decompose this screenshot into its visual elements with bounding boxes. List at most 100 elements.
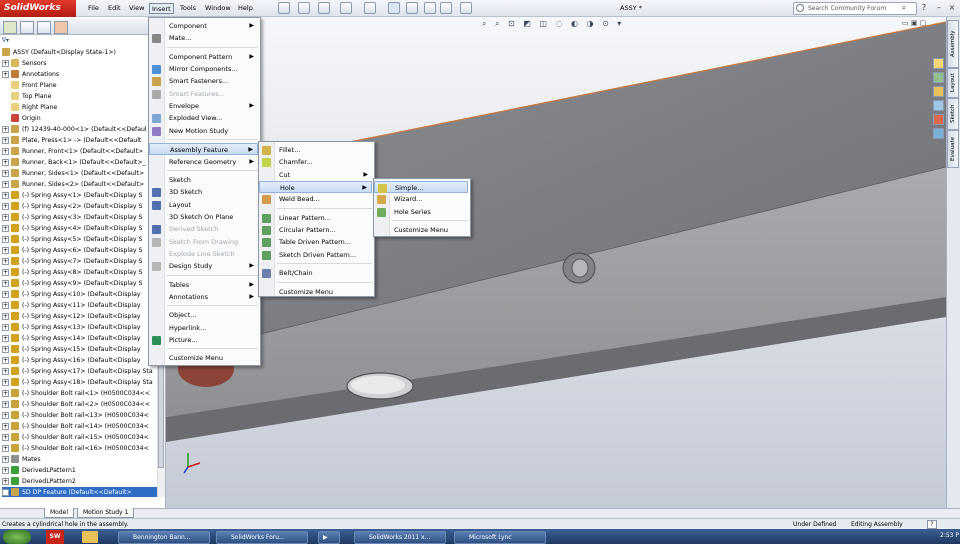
- toolbar-more-icon[interactable]: [460, 2, 472, 14]
- tree-item[interactable]: + Runner, Sides<2> (Default<<Default>: [2, 179, 164, 190]
- expand-icon[interactable]: +: [2, 180, 9, 188]
- menu-item-envelope[interactable]: Envelope ▶: [149, 100, 258, 112]
- open-icon[interactable]: [298, 2, 310, 14]
- taskbar-item[interactable]: SolidWorks 2011 x...: [354, 531, 446, 544]
- menu-item-belt-chain[interactable]: Belt/Chain: [259, 267, 372, 279]
- tab-motion-study[interactable]: Motion Study 1: [77, 508, 135, 518]
- expand-icon[interactable]: +: [2, 455, 9, 463]
- menu-item-wizard[interactable]: Wizard...: [374, 193, 468, 205]
- menu-item-customize-menu[interactable]: Customize Menu: [374, 224, 468, 236]
- expand-icon[interactable]: +: [2, 147, 9, 155]
- tree-item[interactable]: + (-) Spring Assy<3> (Default<Display S: [2, 212, 164, 223]
- menu-item-customize-menu[interactable]: Customize Menu: [149, 352, 258, 364]
- menu-item-smart-fasteners[interactable]: Smart Fasteners...: [149, 75, 258, 87]
- tree-item[interactable]: + Sensors: [2, 58, 164, 69]
- tree-item[interactable]: + (-) Spring Assy<1> (Default<Display S: [2, 190, 164, 201]
- minimize-icon[interactable]: –: [933, 2, 945, 14]
- expand-icon[interactable]: +: [2, 191, 9, 199]
- menu-item-table-driven-pattern[interactable]: Table Driven Pattern...: [259, 236, 372, 248]
- solidworks-pinned-icon[interactable]: SW: [46, 530, 64, 544]
- menu-item-hole[interactable]: Hole ▶: [259, 181, 372, 194]
- taskbar-item[interactable]: Microsoft Lync: [454, 531, 546, 544]
- viewport-window-controls[interactable]: ▭ ▣ ▢: [902, 19, 926, 27]
- tree-item[interactable]: + (-) Spring Assy<16> (Default<Display: [2, 355, 164, 366]
- expand-icon[interactable]: +: [2, 224, 9, 232]
- menu-file[interactable]: File: [86, 3, 101, 14]
- explorer-pinned-icon[interactable]: [82, 531, 98, 543]
- tree-item[interactable]: ASSY (Default<Display State-1>): [2, 47, 164, 58]
- menu-item-mirror-components[interactable]: Mirror Components...: [149, 63, 258, 75]
- tree-item[interactable]: + (-) Spring Assy<14> (Default<Display: [2, 333, 164, 344]
- menu-insert[interactable]: Insert: [149, 3, 174, 14]
- tree-item[interactable]: + DerivedLPattern2: [2, 476, 164, 487]
- expand-icon[interactable]: +: [2, 422, 9, 430]
- tree-item[interactable]: + (-) Shoulder Bolt rail<2> (H0500C034<<: [2, 399, 164, 410]
- expand-icon[interactable]: +: [2, 466, 9, 474]
- tree-item[interactable]: Front Plane: [2, 80, 164, 91]
- heads-up-view-toolbar[interactable]: ⌕ ⌕ ⊡ ◩ ◫ ◌ ◐ ◑ ⊙ ▾: [482, 19, 624, 29]
- configuration-manager-tab-icon[interactable]: [37, 21, 51, 34]
- tree-item[interactable]: + DerivedLPattern1: [2, 465, 164, 476]
- tree-item[interactable]: + (-) Spring Assy<7> (Default<Display S: [2, 256, 164, 267]
- start-button[interactable]: [3, 530, 31, 544]
- expand-icon[interactable]: +: [2, 356, 9, 364]
- tree-item[interactable]: + (-) Shoulder Bolt rail<15> (H0500C034<: [2, 432, 164, 443]
- menu-item-circular-pattern[interactable]: Circular Pattern...: [259, 224, 372, 236]
- tree-item[interactable]: Origin: [2, 113, 164, 124]
- tree-item[interactable]: + (-) Shoulder Bolt rail<16> (H0500C034<: [2, 443, 164, 454]
- expand-icon[interactable]: +: [2, 334, 9, 342]
- expand-icon[interactable]: +: [2, 444, 9, 452]
- menu-item-annotations[interactable]: Annotations ▶: [149, 291, 258, 303]
- expand-icon[interactable]: +: [2, 246, 9, 254]
- display-manager-tab-icon[interactable]: [54, 21, 68, 34]
- menu-tools[interactable]: Tools: [178, 3, 198, 14]
- expand-icon[interactable]: +: [2, 268, 9, 276]
- tree-item[interactable]: + (-) Shoulder Bolt rail<13> (H0500C034<: [2, 410, 164, 421]
- expand-icon[interactable]: +: [2, 158, 9, 166]
- menu-item-fillet[interactable]: Fillet...: [259, 144, 372, 156]
- menu-item-mate[interactable]: Mate...: [149, 32, 258, 44]
- tree-item[interactable]: + Annotations: [2, 69, 164, 80]
- menu-edit[interactable]: Edit: [106, 3, 123, 14]
- menu-item-design-study[interactable]: Design Study ▶: [149, 260, 258, 272]
- tree-item[interactable]: + Plate, Press<1> -> (Default<<Default: [2, 135, 164, 146]
- tree-item[interactable]: + Runner, Sides<1> (Default<<Default>: [2, 168, 164, 179]
- expand-icon[interactable]: +: [2, 202, 9, 210]
- taskbar-item[interactable]: SolidWorks Foru...: [216, 531, 308, 544]
- expand-icon[interactable]: +: [2, 279, 9, 287]
- menu-item-hyperlink[interactable]: Hyperlink...: [149, 322, 258, 334]
- expand-icon[interactable]: +: [2, 433, 9, 441]
- tree-item[interactable]: + (-) Spring Assy<12> (Default<Display: [2, 311, 164, 322]
- taskbar-item[interactable]: Bennington Bann...: [118, 531, 210, 544]
- expand-icon[interactable]: +: [2, 323, 9, 331]
- media-player-taskbar-icon[interactable]: ▶: [318, 531, 340, 544]
- tree-item[interactable]: + Runner, Front<1> (Default<<Default>: [2, 146, 164, 157]
- expand-icon[interactable]: +: [2, 136, 9, 144]
- task-pane-tab-assembly[interactable]: Assembly: [947, 20, 959, 68]
- expand-icon[interactable]: +: [2, 411, 9, 419]
- menu-help[interactable]: Help: [236, 3, 255, 14]
- menu-view[interactable]: View: [127, 3, 146, 14]
- expand-icon[interactable]: +: [2, 378, 9, 386]
- expand-icon[interactable]: +: [2, 400, 9, 408]
- menu-item-3d-sketch[interactable]: 3D Sketch: [149, 186, 258, 198]
- print-icon[interactable]: [340, 2, 352, 14]
- view-palette-icon[interactable]: [933, 100, 944, 111]
- expand-icon[interactable]: +: [2, 290, 9, 298]
- tree-item[interactable]: + (-) Shoulder Bolt rail<1> (H0500C034<<: [2, 388, 164, 399]
- status-help-button[interactable]: ?: [927, 520, 937, 529]
- tree-item[interactable]: Top Plane: [2, 91, 164, 102]
- menu-item-customize-menu[interactable]: Customize Menu: [259, 286, 372, 298]
- expand-icon[interactable]: +: [2, 312, 9, 320]
- expand-icon[interactable]: +: [2, 169, 9, 177]
- expand-icon[interactable]: +: [2, 213, 9, 221]
- menu-item-component-pattern[interactable]: Component Pattern ▶: [149, 51, 258, 63]
- menu-item-picture[interactable]: Picture...: [149, 334, 258, 346]
- expand-icon[interactable]: +: [2, 125, 9, 133]
- tree-item[interactable]: + (-) Shoulder Bolt rail<14> (H0500C034<: [2, 421, 164, 432]
- tree-item[interactable]: + (-) Spring Assy<13> (Default<Display: [2, 322, 164, 333]
- menu-item-3d-sketch-on-plane[interactable]: 3D Sketch On Plane: [149, 211, 258, 223]
- design-library-icon[interactable]: [933, 72, 944, 83]
- menu-item-simple[interactable]: Simple...: [374, 181, 468, 193]
- tree-item[interactable]: + (-) Spring Assy<15> (Default<Display: [2, 344, 164, 355]
